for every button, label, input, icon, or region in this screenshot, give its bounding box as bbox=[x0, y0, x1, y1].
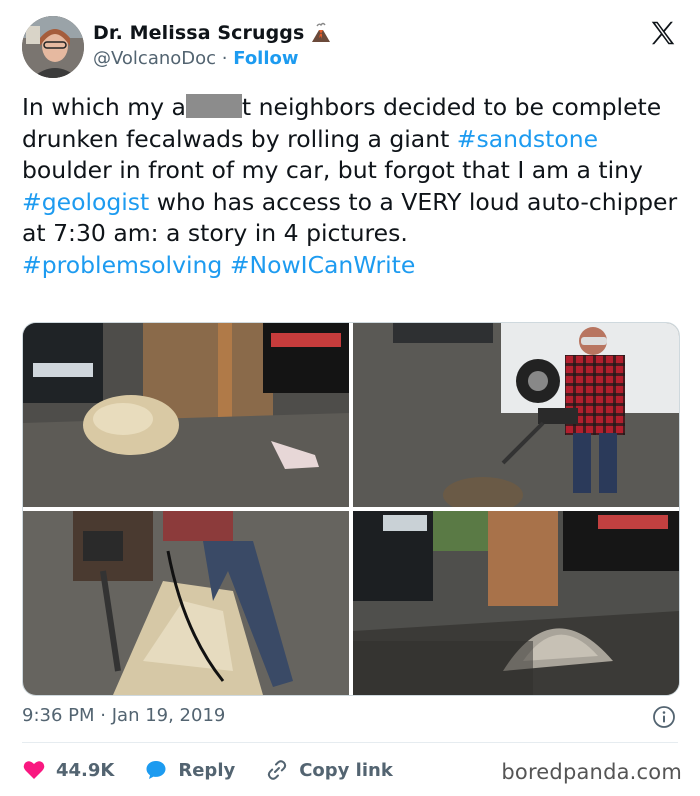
tweet-text: In which my at neighbors decided to be c… bbox=[22, 92, 682, 281]
volcano-icon bbox=[312, 22, 331, 42]
hashtag-sandstone[interactable]: #sandstone bbox=[457, 125, 598, 153]
link-icon bbox=[268, 760, 287, 780]
hashtag-nowicanwrite[interactable]: #NowICanWrite bbox=[230, 251, 416, 279]
hashtag-problemsolving[interactable]: #problemsolving bbox=[22, 251, 222, 279]
tweet-text-segment: In which my a bbox=[22, 93, 186, 121]
divider bbox=[22, 742, 678, 743]
timestamp-separator: · bbox=[100, 705, 106, 726]
action-bar: 44.9K Reply Copy link bbox=[22, 756, 423, 784]
reply-button[interactable]: Reply bbox=[144, 758, 235, 782]
handle-separator: · bbox=[221, 48, 228, 69]
tweet-date: Jan 19, 2019 bbox=[111, 705, 226, 726]
photo-boulder-driveway[interactable] bbox=[23, 323, 349, 507]
like-button[interactable]: 44.9K bbox=[22, 758, 114, 782]
copy-link-label: Copy link bbox=[299, 759, 393, 781]
tweet-timestamp[interactable]: 9:36 PM · Jan 19, 2019 bbox=[22, 705, 225, 726]
redaction-box bbox=[185, 94, 242, 118]
reply-label: Reply bbox=[178, 759, 236, 781]
author-handle[interactable]: @VolcanoDoc bbox=[93, 48, 216, 69]
photo-rubble-pile[interactable] bbox=[353, 511, 679, 695]
author-handle-row: @VolcanoDoc · Follow bbox=[93, 48, 299, 69]
like-count: 44.9K bbox=[56, 759, 115, 781]
heart-icon bbox=[23, 761, 45, 779]
photo-woman-jackhammer[interactable] bbox=[353, 323, 679, 507]
tweet-time: 9:36 PM bbox=[22, 705, 95, 726]
media-grid bbox=[22, 322, 680, 696]
photo-jackhammer-boulder[interactable] bbox=[23, 511, 349, 695]
follow-button[interactable]: Follow bbox=[233, 48, 298, 69]
author-display-name[interactable]: Dr. Melissa Scruggs bbox=[93, 22, 304, 44]
copy-link-button[interactable]: Copy link bbox=[265, 758, 393, 782]
info-icon[interactable] bbox=[652, 705, 676, 729]
reply-bubble-icon bbox=[146, 761, 166, 779]
hashtag-geologist[interactable]: #geologist bbox=[22, 188, 149, 216]
watermark: boredpanda.com bbox=[501, 760, 682, 784]
avatar[interactable] bbox=[22, 16, 84, 78]
tweet-text-segment: boulder in front of my car, but forgot t… bbox=[22, 156, 643, 184]
x-logo-icon[interactable] bbox=[648, 18, 678, 48]
author-name-row: Dr. Melissa Scruggs bbox=[93, 22, 332, 44]
